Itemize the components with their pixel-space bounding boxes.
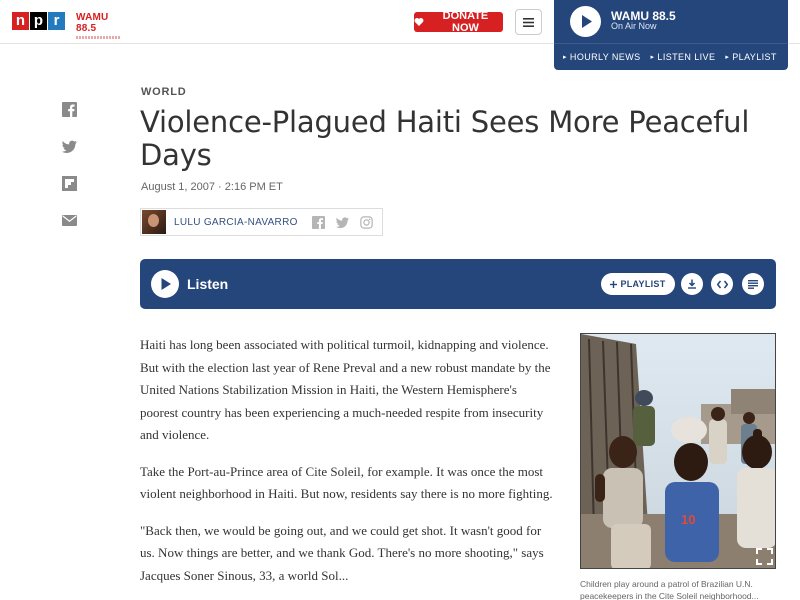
author-name[interactable]: LULU GARCIA-NAVARRO	[174, 217, 298, 228]
article-photo[interactable]: 10	[580, 333, 776, 569]
shirt-print: 10	[681, 512, 695, 527]
heart-icon	[414, 18, 424, 26]
dateline: August 1, 2007 · 2:16 PM ET	[141, 181, 283, 193]
play-icon	[161, 278, 171, 290]
listen-bar: Listen PLAYLIST	[140, 259, 776, 309]
article-paragraph: Haiti has long been associated with poli…	[140, 337, 551, 442]
article-paragraph: Take the Port-au-Prince area of Cite Sol…	[140, 463, 553, 502]
playlist-label: PLAYLIST	[620, 279, 666, 289]
donate-label: DONATE NOW	[442, 10, 489, 34]
listen-label[interactable]: Listen	[187, 276, 228, 292]
author-facebook-icon[interactable]	[311, 215, 325, 229]
author-twitter-icon[interactable]	[335, 216, 349, 229]
article-paragraph: "Back then, we would be going out, and w…	[140, 522, 544, 583]
play-icon	[581, 15, 592, 28]
embed-icon	[716, 280, 728, 288]
flipboard-icon[interactable]	[62, 176, 77, 191]
logo-letter-r: r	[48, 12, 65, 30]
avatar[interactable]	[142, 210, 166, 234]
download-button[interactable]	[681, 273, 703, 295]
article-title: Violence-Plagued Haiti Sees More Peacefu…	[140, 105, 750, 172]
photo-illustration: 10	[581, 334, 775, 568]
on-air-links: HOURLY NEWS LISTEN LIVE PLAYLIST	[554, 43, 788, 70]
add-to-playlist-button[interactable]: PLAYLIST	[601, 273, 675, 295]
hamburger-icon	[523, 17, 534, 27]
facebook-icon[interactable]	[62, 102, 77, 117]
plus-icon	[610, 280, 618, 288]
npr-logo[interactable]: n p r	[12, 12, 66, 30]
on-air-status: On Air Now	[611, 21, 657, 31]
playlist-link[interactable]: PLAYLIST	[725, 52, 776, 62]
on-air-player: WAMU 88.5 On Air Now HOURLY NEWS LISTEN …	[554, 0, 788, 70]
share-rail	[62, 102, 78, 250]
section-slug[interactable]: WORLD	[141, 86, 187, 98]
photo-caption: Children play around a patrol of Brazili…	[580, 579, 759, 600]
logo-letter-n: n	[12, 12, 29, 30]
listen-play-button[interactable]	[151, 270, 179, 298]
expand-icon[interactable]	[756, 548, 773, 565]
embed-button[interactable]	[711, 273, 733, 295]
article-body: Haiti has long been associated with poli…	[140, 334, 556, 600]
byline: LULU GARCIA-NAVARRO	[140, 208, 383, 236]
logo-letter-p: p	[30, 12, 47, 30]
download-icon	[688, 279, 696, 289]
station-logo-name: WAMU 88.5	[76, 12, 109, 34]
hourly-news-link[interactable]: HOURLY NEWS	[563, 52, 641, 62]
menu-button[interactable]	[515, 9, 542, 35]
email-icon[interactable]	[62, 213, 77, 228]
donate-button[interactable]: DONATE NOW	[414, 10, 503, 34]
on-air-play-button[interactable]	[570, 6, 601, 37]
listen-live-link[interactable]: LISTEN LIVE	[651, 52, 716, 62]
station-logo[interactable]: WAMU 88.5	[76, 12, 126, 39]
transcript-icon	[748, 279, 758, 289]
author-instagram-icon[interactable]	[359, 215, 373, 229]
station-logo-tagline	[76, 36, 120, 39]
transcript-button[interactable]	[742, 273, 764, 295]
twitter-icon[interactable]	[62, 139, 77, 154]
